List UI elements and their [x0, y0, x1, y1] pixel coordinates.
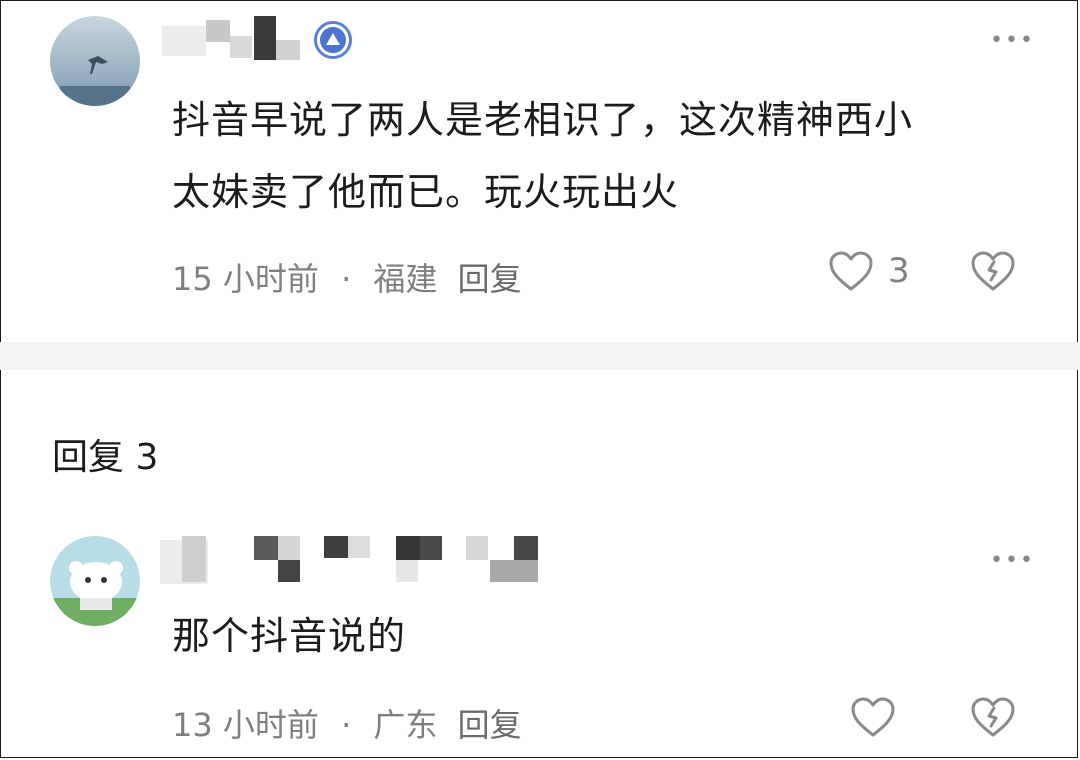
comment-text-line: 抖音早说了两人是老相识了，这次精神西小: [172, 98, 914, 142]
avatar[interactable]: [50, 16, 140, 106]
dislike-button[interactable]: [970, 250, 1016, 292]
avatar[interactable]: [50, 536, 140, 626]
comment-text-line: 那个抖音说的: [172, 614, 407, 658]
heart-icon: [829, 251, 873, 291]
section-divider: [0, 342, 1080, 370]
username-blurred[interactable]: [162, 16, 302, 62]
like-count: 3: [888, 251, 910, 291]
heart-icon: [851, 697, 895, 737]
separator-dot: ·: [341, 706, 352, 744]
dislike-button[interactable]: [970, 696, 1016, 738]
separator-dot: ·: [341, 260, 352, 298]
reply-button[interactable]: 回复: [458, 706, 522, 744]
replies-header: 回复 3: [52, 437, 159, 478]
broken-heart-icon: [971, 697, 1015, 737]
reply-button[interactable]: 回复: [458, 260, 522, 298]
username-blurred[interactable]: [160, 536, 540, 584]
comment-text-line: 太妹卖了他而已。玩火玩出火: [172, 170, 680, 214]
comment-text: 抖音早说了两人是老相识了，这次精神西小 太妹卖了他而已。玩火玩出火: [172, 84, 913, 228]
comment-meta: 13 小时前 · 广东 回复: [172, 700, 522, 746]
comment-text: 那个抖音说的: [172, 600, 406, 672]
comment-meta: 15 小时前 · 福建 回复: [172, 254, 522, 300]
more-dots-icon[interactable]: •••: [990, 30, 1035, 52]
comment-time: 13 小时前: [172, 706, 319, 744]
more-dots-icon[interactable]: •••: [990, 550, 1035, 572]
like-button[interactable]: 3: [828, 250, 910, 292]
comment-location: 福建: [373, 260, 438, 298]
level-up-badge-icon: [314, 21, 352, 59]
like-button[interactable]: [850, 696, 896, 738]
comment-location: 广东: [373, 706, 438, 744]
comment-time: 15 小时前: [172, 260, 319, 298]
broken-heart-icon: [971, 251, 1015, 291]
